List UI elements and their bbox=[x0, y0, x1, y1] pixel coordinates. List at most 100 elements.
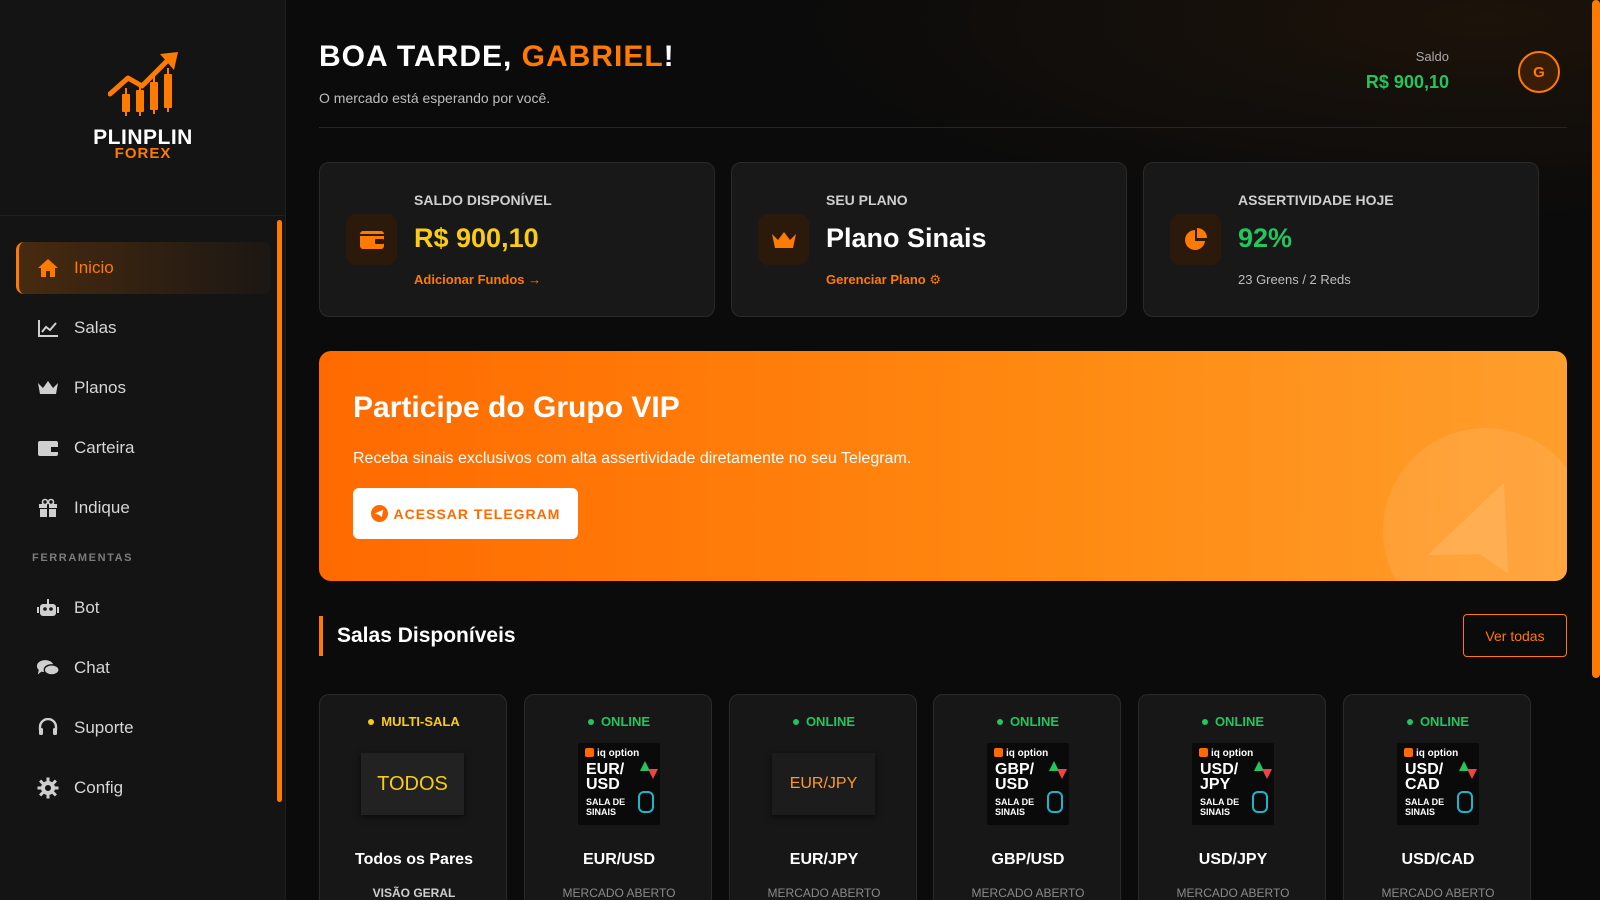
sidebar-item-label: Carteira bbox=[74, 438, 135, 457]
thumb-pair: EUR/USD bbox=[586, 761, 625, 793]
sidebar-item-config[interactable]: Config bbox=[16, 762, 271, 814]
card-label: SALDO DISPONÍVEL bbox=[414, 192, 552, 208]
header-balance-label: Saldo bbox=[1415, 49, 1449, 64]
brand-logo[interactable]: PLINPLIN FOREX bbox=[0, 0, 286, 216]
page-title: BOA TARDE, GABRIEL! bbox=[319, 40, 675, 74]
room-subtitle: MERCADO ABERTO bbox=[1381, 886, 1495, 900]
room-card-eurusd[interactable]: ONLINE iq option EUR/USD SALA DE SINAIS E… bbox=[524, 694, 712, 900]
crown-icon bbox=[36, 376, 60, 400]
gift-icon bbox=[36, 496, 60, 520]
sidebar-item-carteira[interactable]: Carteira bbox=[16, 422, 271, 474]
wallet-icon bbox=[346, 214, 397, 265]
room-thumbnail: iq option GBP/USD SALA DE SINAIS bbox=[987, 743, 1069, 825]
sidebar-item-planos[interactable]: Planos bbox=[16, 362, 271, 414]
robot-icon bbox=[1047, 791, 1063, 813]
rooms-grid: MULTI-SALA TODOS Todos os Pares VISÃO GE… bbox=[319, 694, 1567, 900]
sidebar-item-label: Bot bbox=[74, 598, 100, 617]
room-thumbnail: iq option EUR/USD SALA DE SINAIS bbox=[578, 743, 660, 825]
iq-option-logo: iq option bbox=[1404, 748, 1458, 759]
sidebar-scrollbar[interactable] bbox=[277, 220, 282, 802]
manage-plan-label: Gerenciar Plano bbox=[826, 272, 926, 287]
telegram-icon bbox=[370, 505, 388, 522]
sidebar-section-title: FERRAMENTAS bbox=[32, 552, 134, 564]
room-subtitle: MERCADO ABERTO bbox=[971, 886, 1085, 900]
room-card-usdjpy[interactable]: ONLINE iq option USD/JPY SALA DE SINAIS U… bbox=[1138, 694, 1326, 900]
room-name: EUR/JPY bbox=[789, 851, 859, 868]
home-icon bbox=[36, 256, 60, 280]
room-status: ONLINE bbox=[525, 714, 713, 729]
room-status: MULTI-SALA bbox=[320, 714, 508, 729]
card-subtext: 23 Greens / 2 Reds bbox=[1238, 272, 1351, 287]
add-funds-label: Adicionar Fundos bbox=[414, 272, 525, 287]
room-name: USD/CAD bbox=[1401, 851, 1475, 868]
candlestick-logo-icon bbox=[108, 52, 178, 116]
pie-chart-icon bbox=[1170, 214, 1221, 265]
room-thumbnail: iq option USD/JPY SALA DE SINAIS bbox=[1192, 743, 1274, 825]
headset-icon bbox=[36, 716, 60, 740]
iq-option-logo: iq option bbox=[994, 748, 1048, 759]
plan-card: SEU PLANO Plano Sinais Gerenciar Plano ⚙ bbox=[731, 162, 1127, 317]
header-balance-value: R$ 900,10 bbox=[1365, 72, 1449, 92]
room-card-eurjpy[interactable]: ONLINE EUR/JPY EUR/JPY MERCADO ABERTO bbox=[729, 694, 917, 900]
card-value: 92% bbox=[1238, 223, 1293, 253]
wallet-icon bbox=[36, 436, 60, 460]
room-card-gbpusd[interactable]: ONLINE iq option GBP/USD SALA DE SINAIS G… bbox=[933, 694, 1121, 900]
robot-icon bbox=[1457, 791, 1473, 813]
sidebar-item-indique[interactable]: Indique bbox=[16, 482, 271, 534]
page-subtitle: O mercado está esperando por você. bbox=[319, 90, 551, 106]
thumb-pair: USD/JPY bbox=[1200, 761, 1239, 793]
sidebar-item-label: Indique bbox=[74, 498, 130, 517]
accuracy-card: ASSERTIVIDADE HOJE 92% 23 Greens / 2 Red… bbox=[1143, 162, 1539, 317]
room-name: GBP/USD bbox=[991, 851, 1065, 868]
room-subtitle: MERCADO ABERTO bbox=[767, 886, 881, 900]
card-value: R$ 900,10 bbox=[414, 223, 539, 253]
sidebar-item-bot[interactable]: Bot bbox=[16, 582, 271, 634]
arrow-down-icon bbox=[1262, 769, 1272, 779]
greeting-prefix: BOA TARDE, bbox=[319, 40, 522, 73]
access-telegram-button[interactable]: ACESSAR TELEGRAM bbox=[353, 488, 578, 539]
telegram-watermark-icon bbox=[1383, 428, 1567, 581]
room-subtitle: MERCADO ABERTO bbox=[562, 886, 676, 900]
robot-icon bbox=[1252, 791, 1268, 813]
arrow-down-icon bbox=[648, 769, 658, 779]
room-status: ONLINE bbox=[730, 714, 918, 729]
chat-icon bbox=[36, 656, 60, 680]
arrow-right-icon: → bbox=[528, 272, 542, 287]
gear-icon bbox=[36, 776, 60, 800]
card-label: SEU PLANO bbox=[826, 192, 908, 208]
room-thumbnail: TODOS bbox=[361, 753, 464, 815]
room-status: ONLINE bbox=[1139, 714, 1327, 729]
sidebar-item-label: Inicio bbox=[74, 258, 114, 277]
iq-option-logo: iq option bbox=[585, 748, 639, 759]
room-thumbnail: iq option USD/CAD SALA DE SINAIS bbox=[1397, 743, 1479, 825]
sidebar-item-label: Chat bbox=[74, 658, 110, 677]
rooms-section-title: Salas Disponíveis bbox=[319, 616, 516, 656]
add-funds-link[interactable]: Adicionar Fundos → bbox=[414, 272, 541, 287]
vip-description: Receba sinais exclusivos com alta assert… bbox=[353, 450, 912, 467]
thumb-pair: USD/CAD bbox=[1405, 761, 1444, 793]
sidebar-item-label: Config bbox=[74, 778, 124, 797]
page-scrollbar[interactable] bbox=[1592, 0, 1600, 678]
sidebar-item-label: Suporte bbox=[74, 718, 134, 737]
vip-banner: Participe do Grupo VIP Receba sinais exc… bbox=[319, 351, 1567, 581]
chart-line-icon bbox=[36, 316, 60, 340]
room-name: EUR/USD bbox=[582, 851, 655, 868]
view-all-button[interactable]: Ver todas bbox=[1463, 614, 1567, 657]
room-card-usdcad[interactable]: ONLINE iq option USD/CAD SALA DE SINAIS U… bbox=[1343, 694, 1531, 900]
room-name: Todos os Pares bbox=[355, 851, 473, 868]
room-thumbnail: EUR/JPY bbox=[772, 753, 875, 815]
sidebar-item-chat[interactable]: Chat bbox=[16, 642, 271, 694]
manage-plan-link[interactable]: Gerenciar Plano ⚙ bbox=[826, 272, 941, 288]
sidebar-item-inicio[interactable]: Inicio bbox=[16, 242, 271, 294]
robot-icon bbox=[638, 791, 654, 813]
vip-title: Participe do Grupo VIP bbox=[353, 391, 680, 424]
greeting-user-name: GABRIEL bbox=[521, 40, 664, 73]
room-card-all[interactable]: MULTI-SALA TODOS Todos os Pares VISÃO GE… bbox=[319, 694, 507, 900]
user-avatar[interactable]: G bbox=[1518, 51, 1560, 93]
sidebar-item-salas[interactable]: Salas bbox=[16, 302, 271, 354]
room-name: USD/JPY bbox=[1198, 851, 1268, 868]
thumb-sala: SALA DE SINAIS bbox=[995, 797, 1035, 817]
sidebar-item-suporte[interactable]: Suporte bbox=[16, 702, 271, 754]
arrow-down-icon bbox=[1057, 769, 1067, 779]
main-content: BOA TARDE, GABRIEL! O mercado está esper… bbox=[286, 0, 1600, 900]
